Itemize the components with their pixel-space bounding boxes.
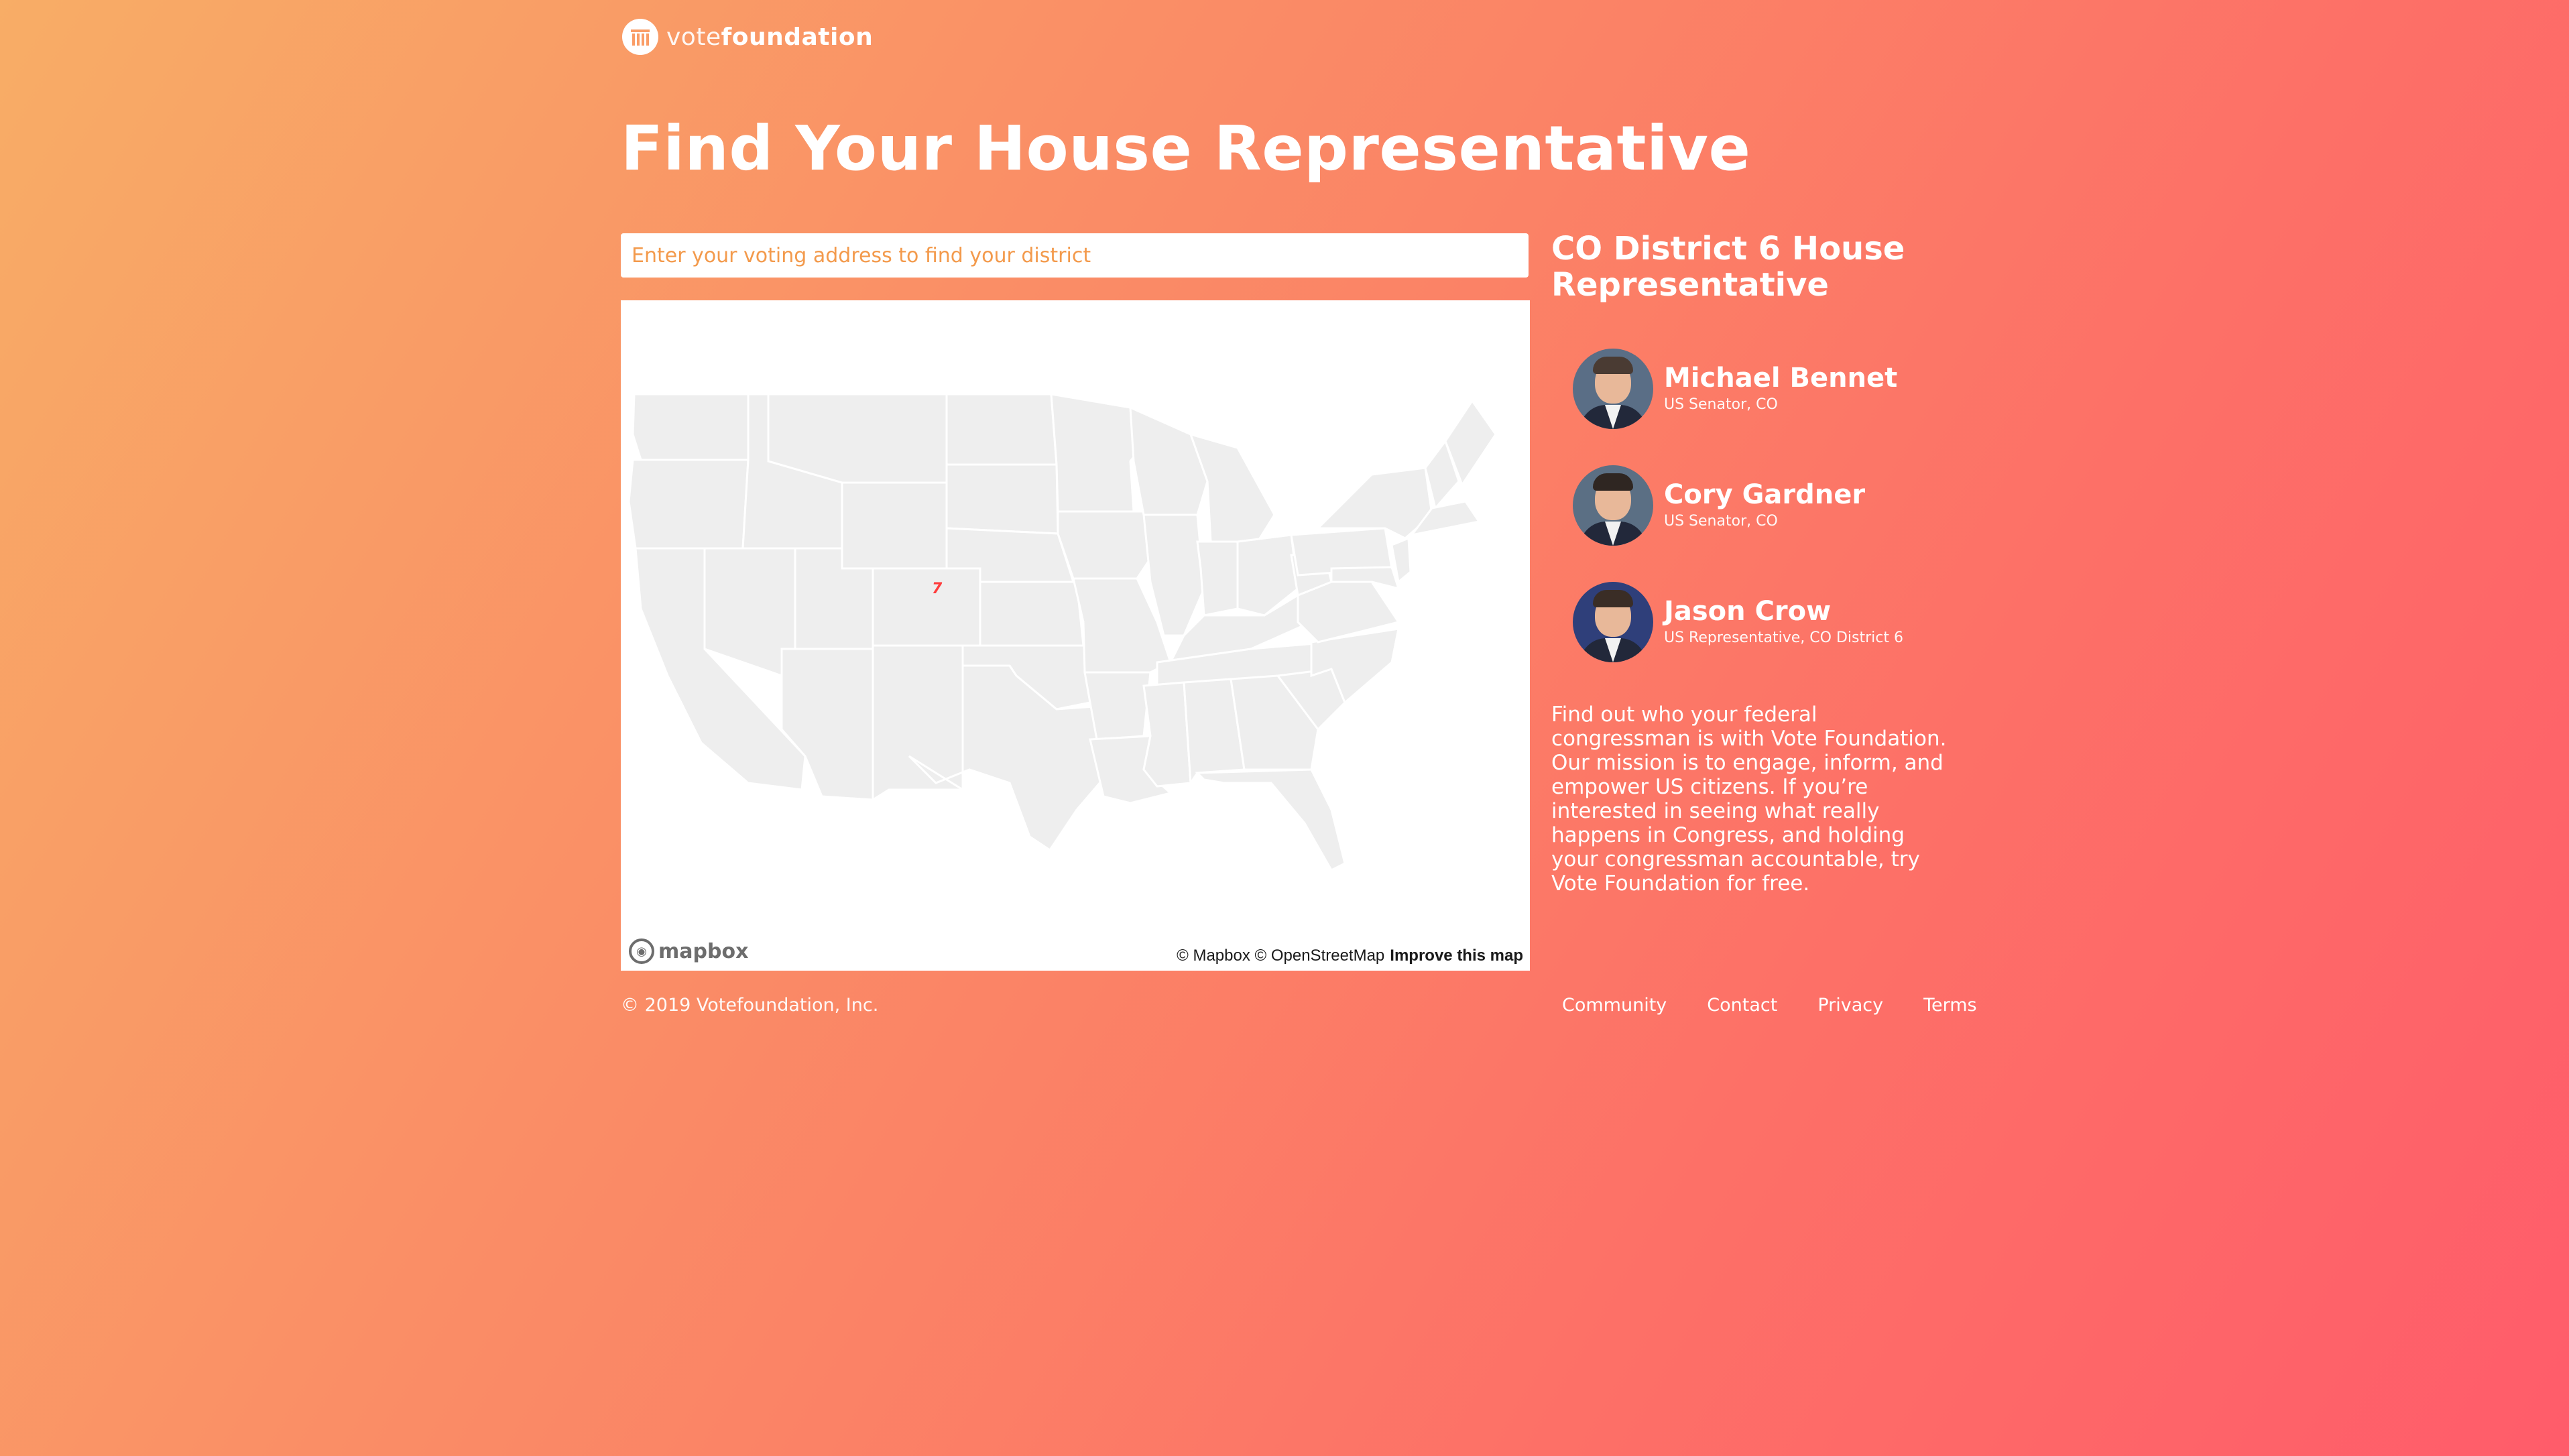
state-florida <box>1195 768 1346 871</box>
district-heading: CO District 6 House Representative <box>1551 230 1905 304</box>
avatar <box>1573 349 1653 429</box>
representative-card[interactable]: Michael Bennet US Senator, CO <box>1573 349 1897 429</box>
state-indiana <box>1196 540 1239 617</box>
logo-word-bold: foundation <box>721 23 874 51</box>
representative-card[interactable]: Jason Crow US Representative, CO Distric… <box>1573 582 1903 662</box>
state-colorado <box>872 567 981 647</box>
mapbox-logo[interactable]: ◉ mapbox <box>629 938 748 964</box>
state-oregon <box>628 459 750 550</box>
mapbox-icon: ◉ <box>629 938 654 964</box>
district-map[interactable]: 7 ◉ mapbox © Mapbox © OpenStreetMap Impro… <box>621 300 1530 971</box>
footer-link-contact[interactable]: Contact <box>1707 995 1777 1016</box>
avatar <box>1573 465 1653 546</box>
representative-role: US Senator, CO <box>1664 513 1778 530</box>
district-marker[interactable]: 7 <box>932 581 942 597</box>
state-wyoming <box>841 481 948 570</box>
page-title: Find Your House Representative <box>621 113 1751 184</box>
pillar-logo-icon <box>622 19 658 55</box>
improve-map-link[interactable]: Improve this map <box>1390 947 1523 965</box>
map-attribution: © Mapbox © OpenStreetMap Improve this map <box>1177 947 1523 965</box>
footer-link-privacy[interactable]: Privacy <box>1817 995 1883 1016</box>
mapbox-wordmark: mapbox <box>658 939 749 963</box>
representative-card[interactable]: Cory Gardner US Senator, CO <box>1573 465 1865 546</box>
state-arkansas <box>1083 671 1152 741</box>
address-search-input[interactable] <box>621 233 1529 278</box>
footer-link-community[interactable]: Community <box>1562 995 1667 1016</box>
state-wisconsin <box>1129 406 1209 516</box>
representative-name[interactable]: Jason Crow <box>1664 595 1903 627</box>
representative-role: US Senator, CO <box>1664 396 1778 413</box>
mission-text: Find out who your federal congressman is… <box>1551 703 1947 896</box>
copyright: © 2019 Votefoundation, Inc. <box>621 995 879 1016</box>
footer-link-terms[interactable]: Terms <box>1923 995 1977 1016</box>
representative-name[interactable]: Cory Gardner <box>1664 479 1865 511</box>
representative-role: US Representative, CO District 6 <box>1664 629 1903 646</box>
state-north-dakota <box>945 393 1058 466</box>
state-montana <box>767 393 948 484</box>
attribution-text[interactable]: © Mapbox © OpenStreetMap <box>1177 947 1384 965</box>
state-washington <box>632 393 750 461</box>
logo-wordmark: votefoundation <box>666 23 873 51</box>
state-south-dakota <box>945 463 1059 535</box>
logo-word-light: vote <box>666 23 721 51</box>
state-iowa <box>1057 510 1158 580</box>
state-kansas <box>979 581 1085 647</box>
footer-nav: Community Contact Privacy Terms <box>1562 995 1977 1016</box>
representative-name[interactable]: Michael Bennet <box>1664 362 1897 394</box>
state-mississippi <box>1142 681 1192 788</box>
vote-foundation-logo[interactable]: votefoundation <box>622 19 873 55</box>
avatar <box>1573 582 1653 662</box>
us-states-map[interactable] <box>621 300 1530 971</box>
state-new-york <box>1315 467 1433 540</box>
